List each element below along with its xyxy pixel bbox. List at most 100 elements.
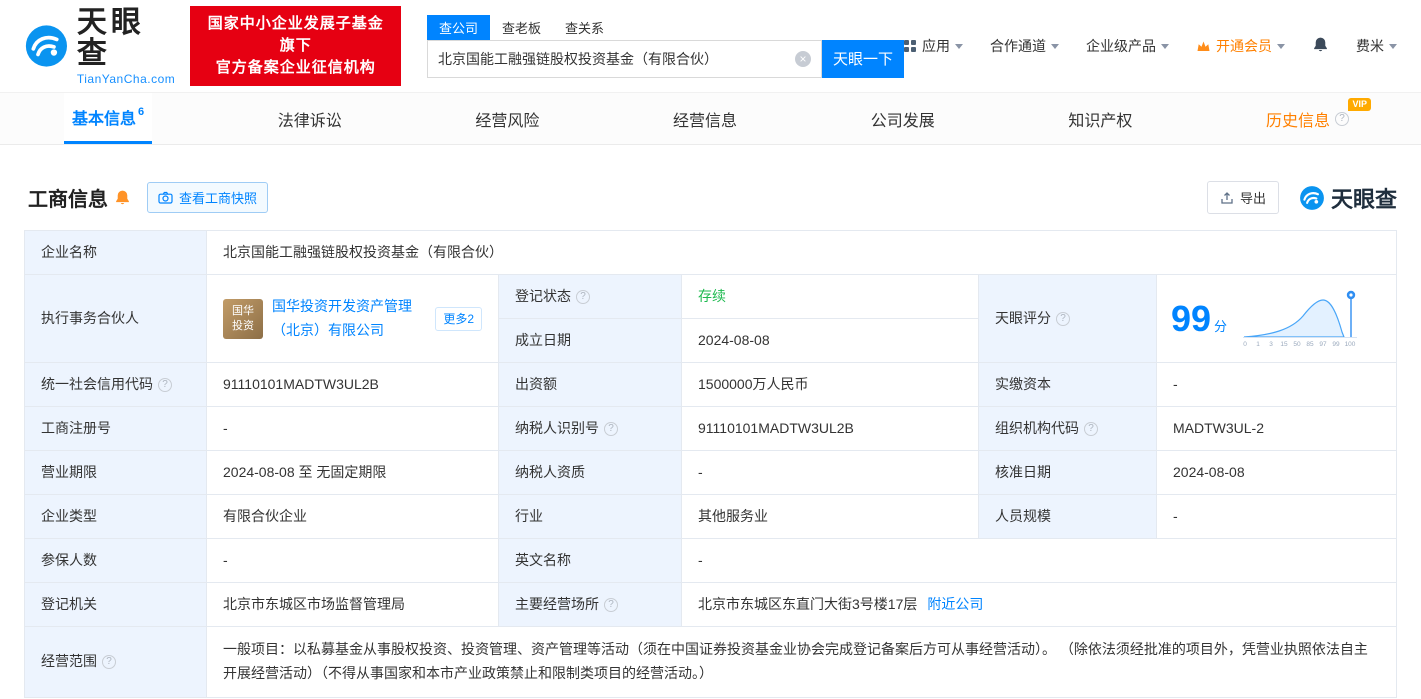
apps-grid-icon: [904, 40, 916, 52]
label-text: 纳税人识别号: [515, 420, 599, 436]
help-icon[interactable]: ?: [604, 421, 618, 436]
page-tab-bar: 基本信息 6 法律诉讼 经营风险 经营信息 公司发展 知识产权 VIP 历史信息…: [0, 92, 1421, 145]
search-tab-company[interactable]: 查公司: [427, 14, 491, 40]
field-value-org-code: MADTW3UL-2: [1157, 407, 1397, 451]
tab-legal[interactable]: 法律诉讼: [270, 93, 350, 144]
field-label-taxpayer-id: 纳税人识别号 ?: [499, 407, 682, 451]
field-value-capital: 1500000万人民币: [682, 363, 979, 407]
value-text: 91110101MADTW3UL2B: [223, 376, 379, 392]
tab-basic-label: 基本信息: [72, 111, 137, 128]
label-text: 核准日期: [995, 464, 1051, 480]
tab-ip[interactable]: 知识产权: [1060, 93, 1140, 144]
help-icon[interactable]: ?: [1084, 421, 1098, 436]
nav-user-label: 费米: [1356, 38, 1384, 54]
caret-down-icon: [1389, 44, 1397, 53]
monitor-bell-icon[interactable]: [114, 189, 131, 206]
nearby-companies-link[interactable]: 附近公司: [927, 594, 983, 615]
nav-apps[interactable]: 应用: [904, 36, 963, 56]
search-tabs: 查公司 查老板 查关系: [427, 14, 904, 40]
label-text: 纳税人资质: [515, 464, 585, 480]
search-tab-relation[interactable]: 查关系: [553, 15, 616, 40]
field-value-reg-authority: 北京市东城区市场监督管理局: [207, 583, 499, 627]
value-text: 一般项目：以私募基金从事股权投资、投资管理、资产管理等活动（须在中国证券投资基金…: [223, 641, 1368, 681]
field-value-taxpayer-quality: -: [682, 451, 979, 495]
field-value-english-name: -: [682, 539, 1397, 583]
svg-text:50: 50: [1293, 341, 1301, 348]
field-label-business-scope: 经营范围 ?: [25, 627, 207, 698]
value-text: 91110101MADTW3UL2B: [698, 420, 854, 436]
search-tab-boss[interactable]: 查老板: [490, 15, 553, 40]
nav-enterprise-label: 企业级产品: [1086, 38, 1156, 54]
tab-basic-info[interactable]: 基本信息 6: [64, 93, 153, 144]
svg-text:100: 100: [1345, 341, 1356, 348]
help-icon[interactable]: ?: [158, 377, 172, 392]
label-text: 主要经营场所: [515, 596, 599, 612]
field-value-taxpayer-id: 91110101MADTW3UL2B: [682, 407, 979, 451]
tab-development[interactable]: 公司发展: [863, 93, 943, 144]
field-label-insured-count: 参保人数: [25, 539, 207, 583]
snapshot-button[interactable]: 查看工商快照: [147, 182, 269, 213]
nav-notifications[interactable]: [1312, 36, 1329, 56]
search-button[interactable]: 天眼一下: [822, 39, 904, 78]
partner-logo-line1: 国华: [232, 305, 254, 318]
nav-cooperation[interactable]: 合作通道: [990, 36, 1059, 56]
value-text: 2024-08-08 至 无固定期限: [223, 464, 387, 480]
help-icon[interactable]: ?: [576, 289, 590, 304]
label-text: 行业: [515, 508, 543, 524]
tab-legal-label: 法律诉讼: [277, 112, 342, 130]
value-text: MADTW3UL-2: [1173, 420, 1265, 436]
field-label-capital: 出资额: [499, 363, 682, 407]
camera-icon: [158, 191, 173, 204]
caret-down-icon: [955, 44, 963, 53]
partner-more-button[interactable]: 更多2: [435, 306, 482, 331]
field-label-org-code: 组织机构代码 ?: [979, 407, 1157, 451]
gov-badge-line1: 国家中小企业发展子基金旗下: [207, 15, 384, 55]
watermark-label: 天眼查: [1330, 186, 1397, 212]
logo-text: 天眼查 TianYanCha.com: [76, 5, 177, 86]
tab-risk[interactable]: 经营风险: [467, 93, 547, 144]
field-value-paid-capital: -: [1157, 363, 1397, 407]
nav-vip[interactable]: 开通会员: [1196, 36, 1285, 56]
value-text: 2024-08-08: [1173, 464, 1245, 480]
export-button[interactable]: 导出: [1206, 181, 1279, 214]
help-icon[interactable]: ?: [102, 654, 116, 669]
logo-title: 天眼查: [76, 5, 145, 70]
value-text: -: [698, 464, 703, 480]
label-text: 经营范围: [41, 653, 97, 670]
caret-down-icon: [1161, 44, 1169, 53]
field-value-premises: 北京市东城区东直门大街3号楼17层 附近公司: [682, 583, 1397, 627]
label-text: 天眼评分: [995, 310, 1051, 326]
value-text: -: [698, 552, 703, 568]
value-text: 北京市东城区东直门大街3号楼17层: [698, 596, 918, 612]
section-title: 工商信息: [28, 189, 108, 211]
nav-enterprise[interactable]: 企业级产品: [1086, 36, 1169, 56]
label-text: 执行事务合伙人: [41, 310, 139, 326]
tab-operation[interactable]: 经营信息: [665, 93, 745, 144]
label-text: 出资额: [515, 376, 557, 392]
tianyancha-watermark: 天眼查: [1299, 182, 1397, 214]
field-label-reg-status: 登记状态 ?: [499, 275, 682, 319]
nav-user[interactable]: 费米: [1356, 36, 1397, 56]
business-info-table: 企业名称 北京国能工融强链股权投资基金（有限合伙） 执行事务合伙人 国华 投资 …: [24, 230, 1397, 698]
clear-icon[interactable]: ×: [795, 50, 811, 67]
partner-company-link[interactable]: 国华投资开发资产管理（北京）有限公司: [272, 295, 426, 341]
help-icon[interactable]: ?: [604, 597, 618, 612]
logo-domain: TianYanCha.com: [76, 71, 176, 86]
label-text: 营业期限: [41, 464, 97, 480]
vip-badge: VIP: [1348, 98, 1371, 111]
svg-text:85: 85: [1306, 341, 1314, 348]
search-box[interactable]: ×: [427, 39, 822, 78]
vip-crown-icon: [1196, 40, 1211, 53]
tab-history[interactable]: VIP 历史信息 ?: [1258, 93, 1371, 144]
help-icon[interactable]: ?: [1334, 111, 1349, 126]
partner-logo[interactable]: 国华 投资: [223, 298, 263, 339]
svg-text:15: 15: [1280, 341, 1288, 348]
value-text: 有限合伙企业: [223, 508, 307, 524]
field-value-establish-date: 2024-08-08: [682, 319, 979, 363]
gov-badge-line2: 官方备案企业征信机构: [215, 58, 376, 76]
label-text: 人员规模: [995, 508, 1051, 524]
tianyancha-logo[interactable]: 天眼查 TianYanCha.com: [24, 5, 177, 86]
field-value-insured-count: -: [207, 539, 499, 583]
help-icon[interactable]: ?: [1056, 311, 1070, 326]
search-input[interactable]: [438, 50, 795, 67]
